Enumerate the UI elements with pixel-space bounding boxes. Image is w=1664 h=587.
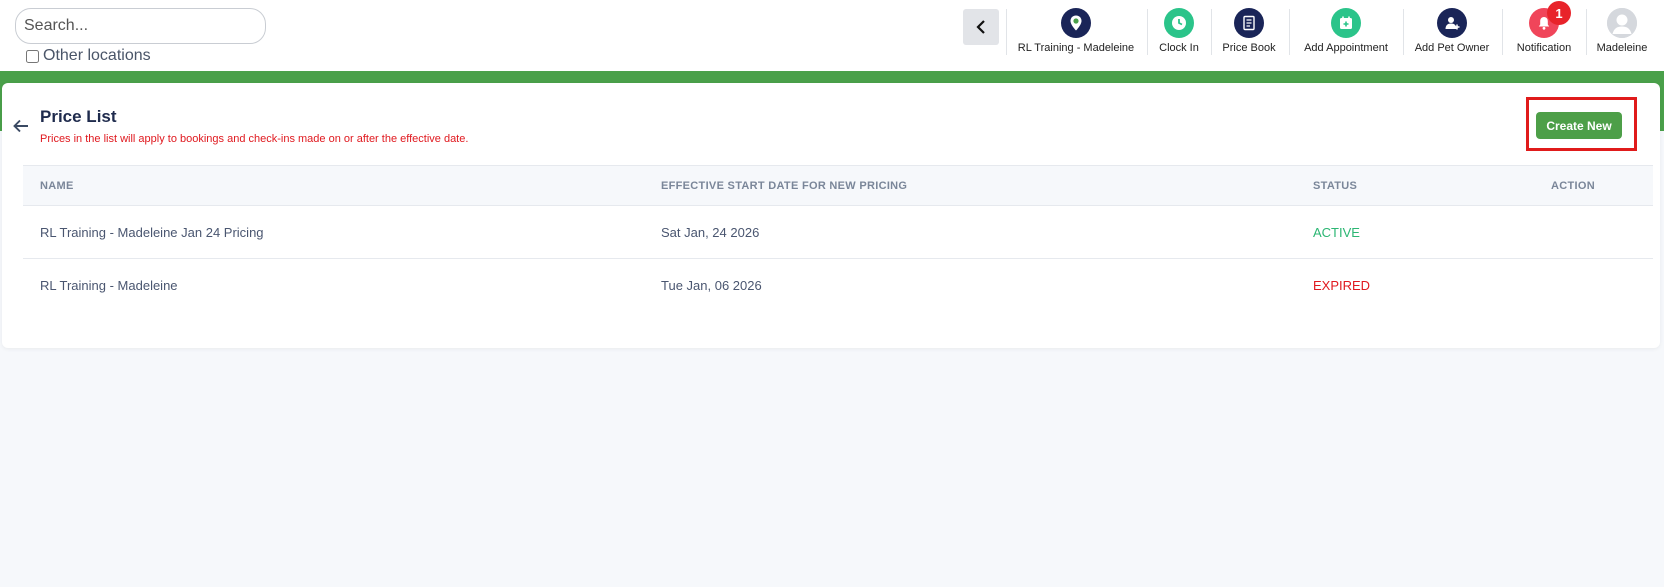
collapse-button[interactable]: [963, 9, 999, 45]
page-title: Price List: [40, 107, 117, 126]
row-effective-date: Tue Jan, 06 2026: [661, 278, 762, 293]
nav-user-label: Madeleine: [1596, 42, 1648, 54]
nav-location[interactable]: RL Training - Madeleine: [1016, 8, 1136, 56]
avatar-icon: [1607, 8, 1637, 38]
nav-price-book-label: Price Book: [1222, 42, 1276, 54]
create-new-button[interactable]: Create New: [1536, 112, 1622, 139]
column-header-effective-date: EFFECTIVE START DATE FOR NEW PRICING: [661, 180, 908, 192]
nav-separator: [1289, 9, 1290, 55]
column-header-name: NAME: [40, 180, 74, 192]
nav-user-profile[interactable]: Madeleine: [1592, 8, 1652, 56]
row-status-active: ACTIVE: [1313, 225, 1360, 240]
user-plus-icon: [1437, 8, 1467, 38]
column-header-status: STATUS: [1313, 180, 1358, 192]
nav-location-label: RL Training - Madeleine: [1017, 42, 1135, 54]
nav-separator: [1403, 9, 1404, 55]
chevron-left-icon: [976, 20, 985, 34]
table-row[interactable]: RL Training - Madeleine Jan 24 Pricing S…: [23, 206, 1653, 259]
nav-separator: [1586, 9, 1587, 55]
row-effective-date: Sat Jan, 24 2026: [661, 225, 760, 240]
location-pin-icon: [1061, 8, 1091, 38]
other-locations-checkbox-row[interactable]: Other locations: [26, 46, 151, 66]
nav-separator: [1006, 9, 1007, 55]
nav-notification-label: Notification: [1516, 42, 1572, 54]
calendar-plus-icon: [1331, 8, 1361, 38]
clock-icon: [1164, 8, 1194, 38]
row-name: RL Training - Madeleine: [40, 278, 178, 293]
column-header-action: ACTION: [1551, 180, 1595, 192]
document-icon: [1234, 8, 1264, 38]
price-list-table: NAME EFFECTIVE START DATE FOR NEW PRICIN…: [23, 165, 1653, 312]
price-list-card: Price List Prices in the list will apply…: [2, 83, 1660, 348]
notification-count-badge: 1: [1547, 1, 1571, 25]
nav-separator: [1211, 9, 1212, 55]
nav-add-appointment-label: Add Appointment: [1304, 42, 1388, 54]
nav-clock-in[interactable]: Clock In: [1152, 8, 1206, 56]
nav-price-book[interactable]: Price Book: [1216, 8, 1282, 56]
arrow-left-icon[interactable]: [12, 117, 30, 135]
nav-separator: [1147, 9, 1148, 55]
other-locations-label: Other locations: [43, 47, 151, 64]
nav-clock-in-label: Clock In: [1159, 42, 1199, 54]
table-row[interactable]: RL Training - Madeleine Tue Jan, 06 2026…: [23, 259, 1653, 312]
row-name: RL Training - Madeleine Jan 24 Pricing: [40, 225, 264, 240]
page-subtitle: Prices in the list will apply to booking…: [40, 133, 469, 145]
nav-add-pet-owner-label: Add Pet Owner: [1414, 42, 1490, 54]
nav-add-appointment[interactable]: Add Appointment: [1296, 8, 1396, 56]
top-bar: Other locations RL Training - Madeleine …: [0, 0, 1664, 71]
row-status-expired: EXPIRED: [1313, 278, 1371, 293]
nav-notification[interactable]: 1 Notification: [1509, 1, 1579, 56]
search-input[interactable]: [15, 8, 266, 44]
other-locations-checkbox[interactable]: [26, 49, 39, 63]
nav-add-pet-owner[interactable]: Add Pet Owner: [1409, 8, 1495, 56]
nav-separator: [1502, 9, 1503, 55]
table-header: NAME EFFECTIVE START DATE FOR NEW PRICIN…: [23, 165, 1653, 206]
